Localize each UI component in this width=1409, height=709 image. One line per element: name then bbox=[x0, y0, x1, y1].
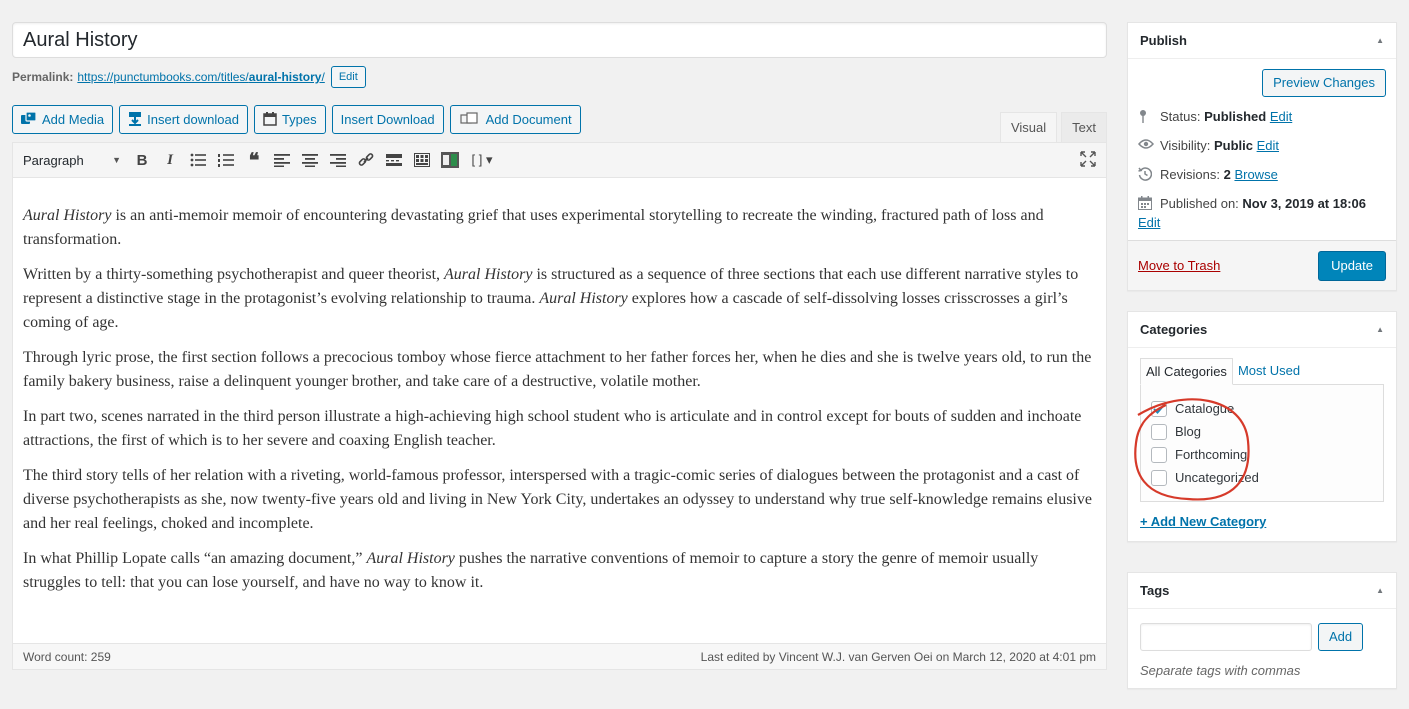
pin-icon bbox=[1138, 109, 1160, 123]
tab-most-used[interactable]: Most Used bbox=[1233, 358, 1305, 385]
align-left-icon[interactable] bbox=[269, 147, 295, 173]
tags-header[interactable]: Tags ▲ bbox=[1128, 573, 1396, 609]
add-media-button[interactable]: Add Media bbox=[12, 104, 114, 134]
revisions-row: Revisions: 2 Browse bbox=[1138, 165, 1386, 184]
insert-download-button[interactable]: Insert download bbox=[119, 104, 248, 134]
history-icon bbox=[1138, 167, 1160, 181]
italic-icon[interactable]: I bbox=[157, 147, 183, 173]
text-run: is an anti-memoir memoir of encountering… bbox=[23, 207, 1044, 248]
editor-paragraph[interactable]: In part two, scenes narrated in the thir… bbox=[23, 405, 1096, 453]
category-tabs: All Categories Most Used bbox=[1140, 358, 1384, 385]
update-button[interactable]: Update bbox=[1318, 250, 1386, 281]
image-plugin-icon[interactable] bbox=[437, 147, 463, 173]
insert-download-button-2[interactable]: Insert Download bbox=[331, 104, 444, 134]
align-center-icon[interactable] bbox=[297, 147, 323, 173]
sidebar: Publish ▲ Preview Changes Status: Publis… bbox=[1127, 22, 1397, 709]
editor-paragraph[interactable]: The third story tells of her relation wi… bbox=[23, 464, 1096, 536]
publish-box: Publish ▲ Preview Changes Status: Publis… bbox=[1127, 22, 1397, 291]
numbered-list-icon[interactable] bbox=[213, 147, 239, 173]
collapse-up-icon[interactable]: ▲ bbox=[1376, 36, 1384, 45]
last-edited: Last edited by Vincent W.J. van Gerven O… bbox=[700, 649, 1096, 664]
shortcode-icon[interactable]: [ ] ▾ bbox=[465, 147, 499, 173]
document-icon bbox=[459, 112, 481, 126]
post-title-input[interactable] bbox=[12, 22, 1107, 58]
status-edit-link[interactable]: Edit bbox=[1270, 109, 1292, 124]
format-select[interactable]: Paragraph ▼ bbox=[19, 153, 129, 168]
add-tag-button[interactable]: Add bbox=[1318, 623, 1364, 651]
word-count: Word count: 259 bbox=[23, 649, 111, 664]
collapse-up-icon[interactable]: ▲ bbox=[1376, 325, 1384, 334]
add-document-button[interactable]: Add Document bbox=[449, 104, 581, 134]
tab-all-categories[interactable]: All Categories bbox=[1140, 358, 1233, 385]
move-to-trash-link[interactable]: Move to Trash bbox=[1138, 258, 1220, 273]
italic-run: Aural History bbox=[23, 207, 112, 224]
calendar-icon bbox=[1138, 196, 1160, 210]
published-on-row: Published on: Nov 3, 2019 at 18:06 bbox=[1138, 194, 1386, 213]
italic-run: Aural History bbox=[444, 266, 533, 283]
preview-changes-button[interactable]: Preview Changes bbox=[1262, 69, 1386, 97]
publish-actions: Move to Trash Update bbox=[1128, 240, 1396, 290]
editor-paragraph[interactable]: Written by a thirty-something psychother… bbox=[23, 263, 1096, 335]
published-date-edit-link[interactable]: Edit bbox=[1138, 215, 1160, 230]
tab-visual[interactable]: Visual bbox=[999, 112, 1058, 142]
download-icon bbox=[128, 112, 142, 126]
add-new-category-link[interactable]: + Add New Category bbox=[1140, 514, 1266, 529]
collapse-up-icon[interactable]: ▲ bbox=[1376, 586, 1384, 595]
permalink-edit-button[interactable]: Edit bbox=[330, 66, 366, 88]
tags-box: Tags ▲ Add Separate tags with commas bbox=[1127, 572, 1397, 689]
editor-area: Paragraph ▼ B I ❝ [] ▾ Aural History is… bbox=[12, 142, 1107, 670]
link-icon[interactable] bbox=[353, 147, 379, 173]
editor-main: Permalink: https://punctumbooks.com/titl… bbox=[12, 22, 1107, 670]
read-more-icon[interactable] bbox=[381, 147, 407, 173]
tags-input[interactable] bbox=[1140, 623, 1312, 651]
calendar-icon bbox=[263, 112, 277, 126]
annotation-circle bbox=[1134, 398, 1250, 501]
tab-text[interactable]: Text bbox=[1061, 112, 1107, 142]
media-icon bbox=[21, 112, 37, 126]
permalink-link[interactable]: https://punctumbooks.com/titles/aural-hi… bbox=[77, 70, 324, 84]
editor-tabs: Visual Text bbox=[996, 112, 1107, 142]
media-buttons: Add Media Insert download Types Insert D… bbox=[12, 104, 1107, 142]
align-right-icon[interactable] bbox=[325, 147, 351, 173]
editor-paragraph[interactable]: In what Phillip Lopate calls “an amazing… bbox=[23, 547, 1096, 595]
visibility-row: Visibility: Public Edit bbox=[1138, 136, 1386, 155]
editor-paragraph[interactable]: Aural History is an anti-memoir memoir o… bbox=[23, 204, 1096, 252]
visibility-edit-link[interactable]: Edit bbox=[1257, 138, 1279, 153]
fullscreen-icon[interactable] bbox=[1080, 151, 1096, 170]
italic-run: Aural History bbox=[366, 550, 455, 567]
editor-content[interactable]: Aural History is an anti-memoir memoir o… bbox=[13, 178, 1106, 595]
permalink-row: Permalink: https://punctumbooks.com/titl… bbox=[12, 66, 1107, 88]
editor-paragraph[interactable]: Through lyric prose, the first section f… bbox=[23, 346, 1096, 394]
text-run: Through lyric prose, the first section f… bbox=[23, 349, 1092, 390]
eye-icon bbox=[1138, 138, 1160, 150]
text-run: The third story tells of her relation wi… bbox=[23, 467, 1092, 532]
bullet-list-icon[interactable] bbox=[185, 147, 211, 173]
browse-revisions-link[interactable]: Browse bbox=[1234, 167, 1277, 182]
text-run: In what Phillip Lopate calls “an amazing… bbox=[23, 550, 367, 567]
status-row: Status: Published Edit bbox=[1138, 107, 1386, 126]
toolbar-toggle-icon[interactable] bbox=[409, 147, 435, 173]
bold-icon[interactable]: B bbox=[129, 147, 155, 173]
caret-down-icon: ▼ bbox=[112, 155, 121, 165]
editor-toolbar: Paragraph ▼ B I ❝ [] ▾ bbox=[13, 143, 1106, 178]
text-run: Written by a thirty-something psychother… bbox=[23, 266, 445, 283]
italic-run: Aural History bbox=[539, 290, 628, 307]
permalink-label: Permalink: bbox=[12, 70, 74, 84]
publish-header[interactable]: Publish ▲ bbox=[1128, 23, 1396, 59]
blockquote-icon[interactable]: ❝ bbox=[241, 147, 267, 173]
tags-help-text: Separate tags with commas bbox=[1140, 663, 1301, 678]
types-button[interactable]: Types bbox=[253, 104, 326, 134]
editor-statusbar: Word count: 259 Last edited by Vincent W… bbox=[13, 643, 1106, 669]
text-run: In part two, scenes narrated in the thir… bbox=[23, 408, 1082, 449]
categories-header[interactable]: Categories ▲ bbox=[1128, 312, 1396, 348]
